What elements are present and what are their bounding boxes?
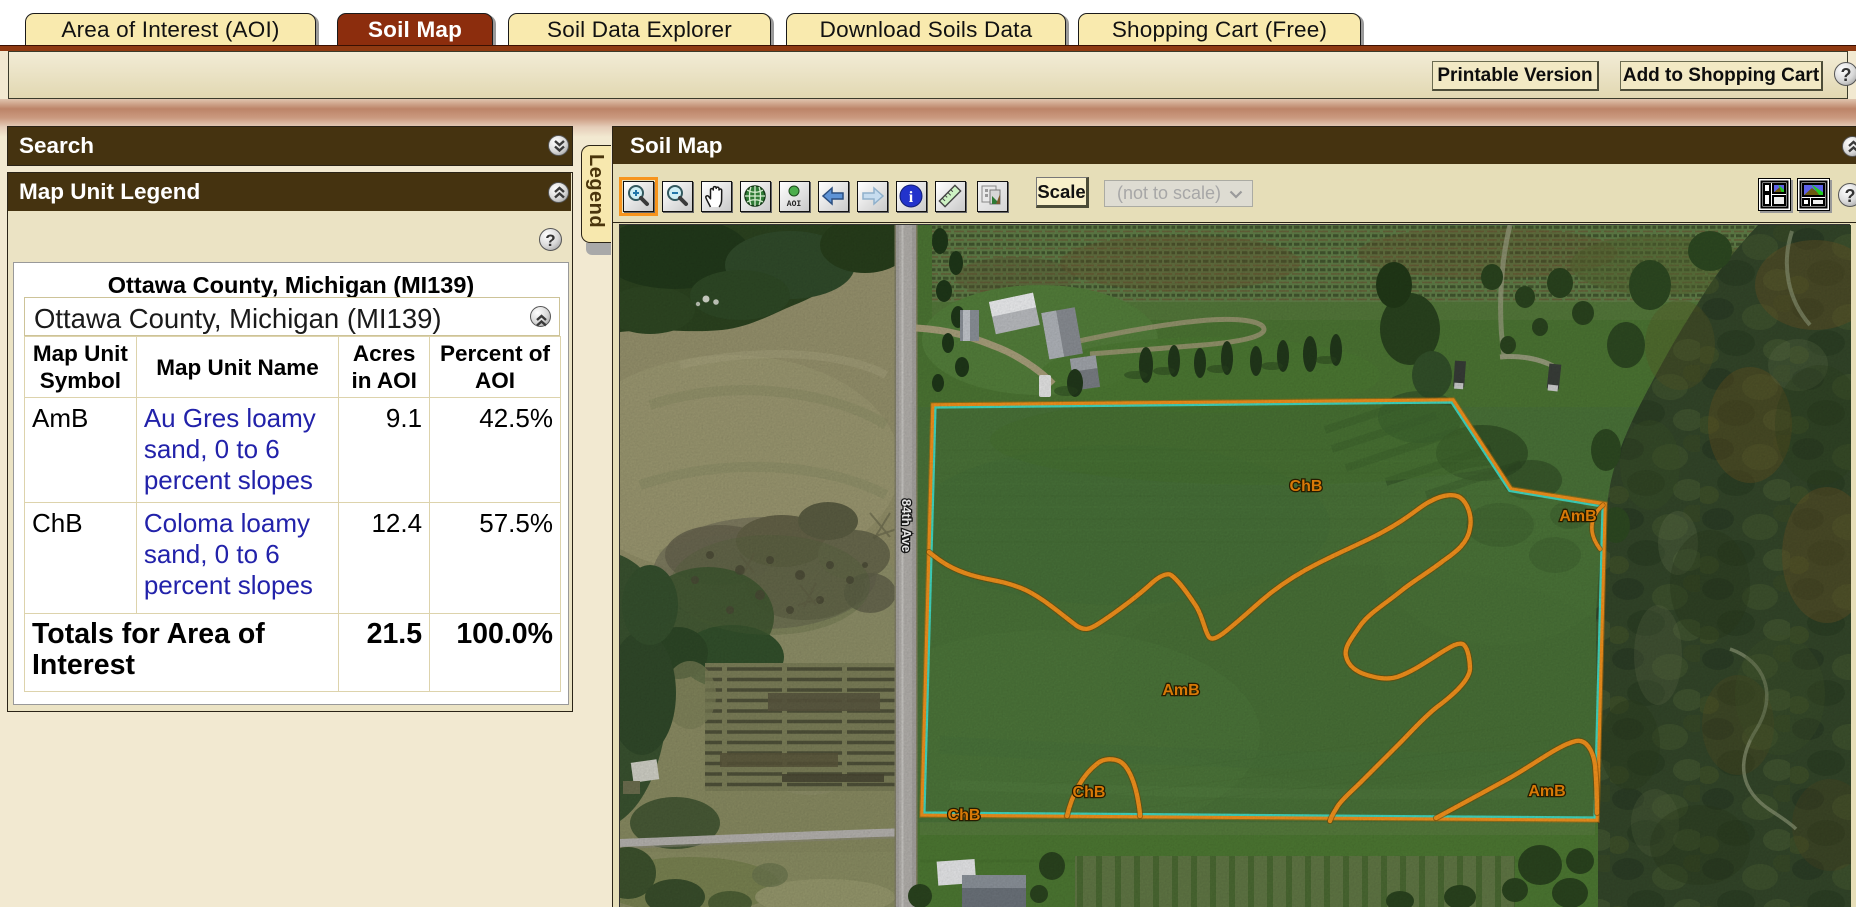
svg-text:AOI: AOI	[787, 200, 802, 209]
svg-text:i: i	[909, 189, 914, 206]
